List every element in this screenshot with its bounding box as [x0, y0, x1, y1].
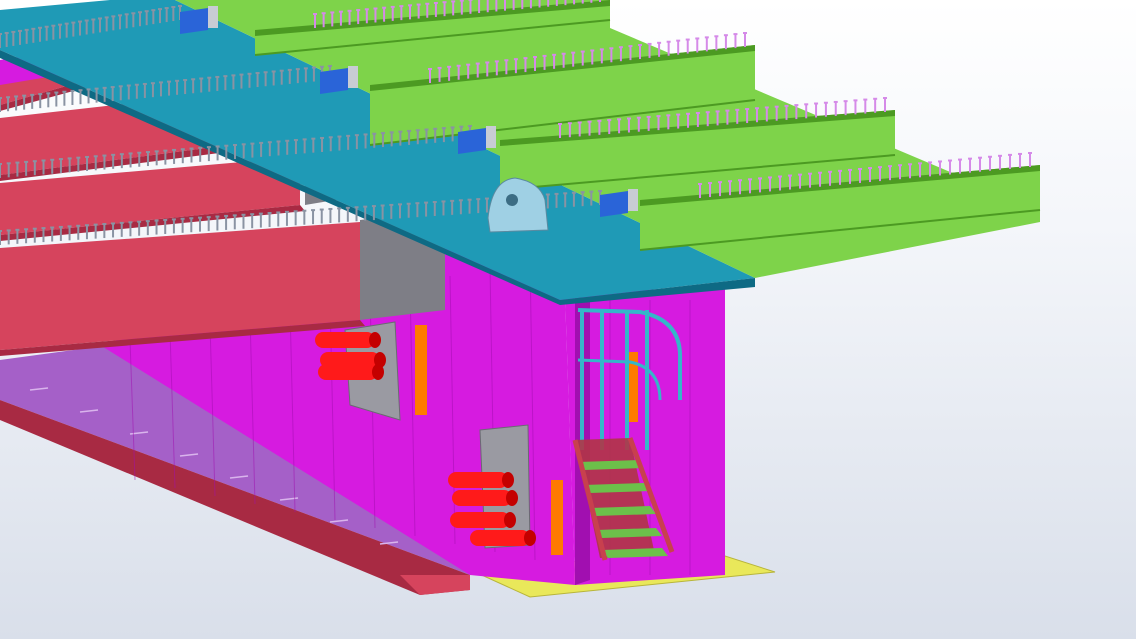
bracket-icon[interactable]	[320, 68, 348, 94]
duct-end	[504, 512, 516, 528]
bracket-icon[interactable]	[600, 191, 628, 217]
bracket-plate	[208, 6, 218, 28]
duct-icon[interactable]	[452, 490, 512, 506]
bracket-plate	[348, 66, 358, 88]
stiffener[interactable]	[551, 480, 563, 555]
bracket-plate	[628, 189, 638, 211]
duct-end	[369, 332, 381, 348]
handrail-post[interactable]	[645, 310, 649, 450]
duct-icon[interactable]	[318, 364, 378, 380]
duct-icon[interactable]	[450, 512, 510, 528]
model-viewport[interactable]	[0, 0, 1136, 639]
duct-icon[interactable]	[315, 332, 375, 348]
duct-end	[502, 472, 514, 488]
bracket-icon[interactable]	[180, 8, 208, 34]
3d-model-scene[interactable]	[0, 0, 1136, 639]
handrail-post[interactable]	[600, 310, 604, 450]
handrail-post[interactable]	[625, 310, 629, 450]
duct-end	[506, 490, 518, 506]
bracket-icon[interactable]	[458, 128, 486, 154]
stiffener[interactable]	[415, 325, 427, 415]
bracket-plate	[486, 126, 496, 148]
duct-icon[interactable]	[470, 530, 530, 546]
duct-icon[interactable]	[448, 472, 508, 488]
bottom-flange-lip[interactable]	[400, 575, 470, 595]
duct-end	[524, 530, 536, 546]
handrail-post[interactable]	[580, 310, 584, 450]
duct-end	[372, 364, 384, 380]
